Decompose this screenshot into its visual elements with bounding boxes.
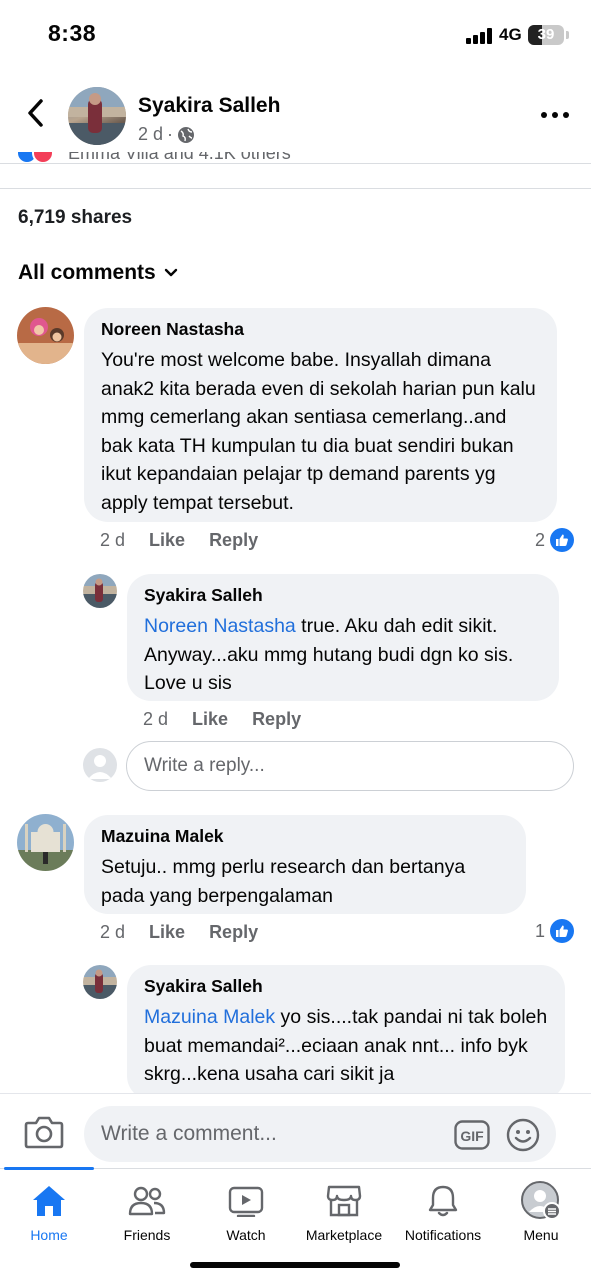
reply-actions: 2 d Like Reply <box>143 709 325 730</box>
camera-icon <box>24 1116 64 1149</box>
status-bar: 8:38 4G 39 <box>0 0 591 70</box>
like-button[interactable]: Like <box>149 530 185 551</box>
gif-label: GIF <box>460 1128 484 1144</box>
reply-time: 2 d <box>143 709 169 729</box>
tab-label: Watch <box>226 1227 266 1243</box>
more-dot <box>552 112 558 118</box>
tab-marketplace[interactable]: Marketplace <box>294 1181 394 1243</box>
tab-label: Home <box>30 1227 68 1243</box>
tab-label: Menu <box>523 1227 559 1243</box>
like-button[interactable]: Like <box>192 709 228 730</box>
gif-icon: GIF <box>454 1120 490 1150</box>
battery-percent: 39 <box>537 26 555 43</box>
network-type: 4G <box>499 25 522 44</box>
meta-separator: · <box>167 124 174 144</box>
reply-button[interactable]: Reply <box>252 709 301 730</box>
mention-link[interactable]: Noreen Nastasha <box>144 615 296 637</box>
gif-button[interactable]: GIF <box>454 1120 490 1150</box>
reply-bubble[interactable]: Syakira Salleh Mazuina Malek yo sis....t… <box>127 965 565 1100</box>
comment-input[interactable]: Write a comment... GIF <box>84 1106 556 1162</box>
comment-like-count[interactable]: 1 <box>535 919 574 943</box>
marketplace-icon <box>326 1185 362 1217</box>
like-count-number: 1 <box>534 920 545 941</box>
globe-icon <box>178 126 195 143</box>
tab-menu[interactable]: Menu <box>491 1181 591 1243</box>
divider <box>0 163 591 164</box>
reply-author-avatar[interactable] <box>83 574 117 608</box>
comments-filter-button[interactable]: All comments <box>18 261 178 285</box>
comment-text: You're most welcome babe. Insyallah dima… <box>101 349 536 514</box>
comment-author[interactable]: Mazuina Malek <box>101 826 510 847</box>
reply-author-avatar[interactable] <box>83 965 117 999</box>
like-badge-icon <box>550 528 574 552</box>
watch-icon <box>228 1186 264 1217</box>
reply-author[interactable]: Syakira Salleh <box>144 585 543 606</box>
post-time: 2 d <box>138 124 164 144</box>
comment-bubble[interactable]: Noreen Nastasha You're most welcome babe… <box>84 308 557 522</box>
like-button[interactable]: Like <box>149 922 185 943</box>
comment-time: 2 d <box>100 922 126 942</box>
divider <box>0 188 591 189</box>
reply-author[interactable]: Syakira Salleh <box>144 976 549 997</box>
reply-bubble[interactable]: Syakira Salleh Noreen Nastasha true. Aku… <box>127 574 559 701</box>
more-dot <box>563 112 569 118</box>
bell-icon <box>428 1185 458 1217</box>
tab-watch[interactable]: Watch <box>196 1181 296 1243</box>
reply-button[interactable]: Reply <box>209 530 258 551</box>
friends-icon <box>128 1186 166 1216</box>
comment-actions: 2 d Like Reply <box>100 922 282 943</box>
comment-text: Setuju.. mmg perlu research dan bertanya… <box>101 856 466 907</box>
tab-friends[interactable]: Friends <box>97 1181 197 1243</box>
reply-text: Mazuina Malek yo sis....tak pandai ni ta… <box>144 1003 549 1089</box>
comment-composer: Write a comment... GIF <box>0 1093 591 1168</box>
active-tab-indicator <box>4 1167 94 1170</box>
mention-link[interactable]: Mazuina Malek <box>144 1006 275 1028</box>
camera-button[interactable] <box>24 1114 66 1150</box>
shares-count[interactable]: 6,719 shares <box>18 207 132 229</box>
comments-filter-label: All comments <box>18 261 156 284</box>
signal-icon <box>466 28 492 44</box>
current-user-avatar <box>83 748 117 782</box>
comment-actions: 2 d Like Reply <box>100 530 282 551</box>
tab-home[interactable]: Home <box>0 1181 99 1243</box>
comment-time: 2 d <box>100 530 126 550</box>
back-button[interactable] <box>20 95 50 131</box>
home-icon <box>33 1186 65 1216</box>
tab-label: Marketplace <box>305 1227 383 1243</box>
emoji-button[interactable] <box>506 1118 540 1152</box>
post-meta: 2 d · <box>138 124 195 145</box>
more-dot <box>541 112 547 118</box>
commenter-avatar[interactable] <box>17 307 74 364</box>
post-author-name[interactable]: Syakira Salleh <box>138 94 280 118</box>
reply-text: Noreen Nastasha true. Aku dah edit sikit… <box>144 612 543 698</box>
tab-label: Notifications <box>404 1227 482 1243</box>
like-count-number: 2 <box>534 529 545 550</box>
battery-cap <box>566 31 569 39</box>
status-time: 8:38 <box>48 20 97 46</box>
chevron-left-icon <box>28 99 43 127</box>
tab-notifications[interactable]: Notifications <box>393 1181 493 1243</box>
more-options-button[interactable] <box>541 105 569 125</box>
reply-input[interactable]: Write a reply... <box>126 741 574 791</box>
comment-like-count[interactable]: 2 <box>535 528 574 552</box>
reply-button[interactable]: Reply <box>209 922 258 943</box>
home-indicator <box>190 1262 400 1268</box>
author-avatar[interactable] <box>68 87 126 145</box>
battery-icon: 39 <box>528 25 564 45</box>
like-badge-icon <box>550 919 574 943</box>
comment-bubble[interactable]: Mazuina Malek Setuju.. mmg perlu researc… <box>84 815 526 914</box>
comment-placeholder: Write a comment... <box>101 1122 277 1145</box>
profile-menu-icon <box>521 1181 561 1220</box>
chevron-down-icon <box>164 268 177 277</box>
commenter-avatar[interactable] <box>17 814 74 871</box>
post-header: Syakira Salleh 2 d · <box>0 75 591 163</box>
emoji-icon <box>506 1118 540 1152</box>
comment-author[interactable]: Noreen Nastasha <box>101 319 541 340</box>
tab-label: Friends <box>123 1227 171 1243</box>
